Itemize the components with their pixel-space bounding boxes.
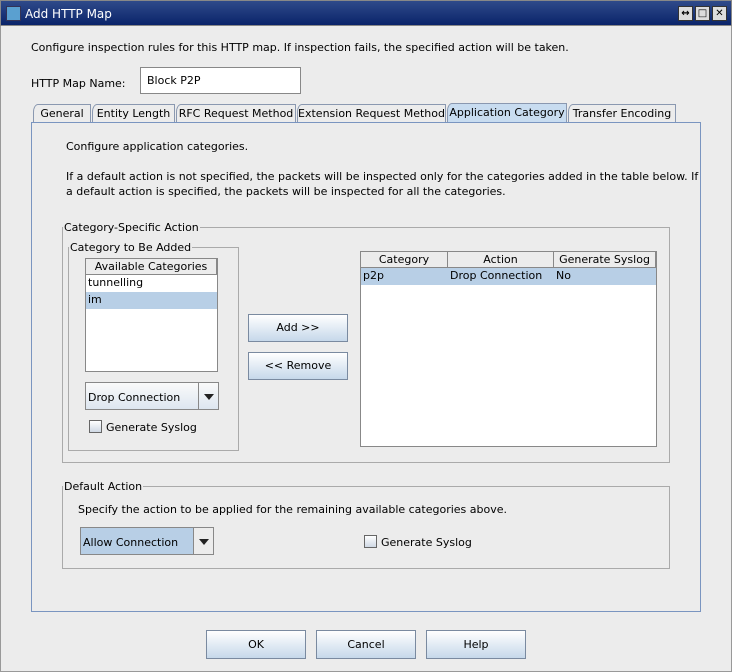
panel-note-1: If a default action is not specified, th… [66,170,699,183]
default-action-text: Specify the action to be applied for the… [78,503,508,516]
default-action-value: Allow Connection [83,536,179,549]
categories-table[interactable]: Category Action Generate Syslog p2p Drop… [360,251,657,447]
category-action-value: Drop Connection [88,391,181,404]
default-action-select[interactable]: Allow Connection [80,527,214,555]
tab-rfc-request-method[interactable]: RFC Request Method [176,104,296,123]
tab-extension-request-method[interactable]: Extension Request Method [297,104,446,123]
map-name-label: HTTP Map Name: [31,77,126,90]
panel-note-2: a default action is specified, the packe… [66,185,506,198]
cancel-button[interactable]: Cancel [316,630,416,659]
help-button[interactable]: Help [426,630,526,659]
title-bar: Add HTTP Map ↔ □ ✕ [0,0,732,26]
intro-text: Configure inspection rules for this HTTP… [31,41,569,54]
tab-entity-length[interactable]: Entity Length [92,104,175,123]
category-specific-legend: Category-Specific Action [64,221,199,234]
default-action-group: Default Action [62,480,670,569]
maximize-icon[interactable]: □ [695,6,710,21]
restore-icon[interactable]: ↔ [678,6,693,21]
tab-transfer-encoding[interactable]: Transfer Encoding [568,104,676,123]
available-categories-header: Available Categories [86,259,217,275]
column-header-category[interactable]: Category [361,252,448,268]
chevron-down-icon[interactable] [193,528,213,554]
available-categories-list[interactable]: Available Categories tunnelling im [85,258,218,372]
cell-action: Drop Connection [450,269,543,282]
table-row[interactable]: p2p Drop Connection No [361,268,656,285]
ok-button[interactable]: OK [206,630,306,659]
add-button[interactable]: Add >> [248,314,348,342]
app-icon [6,6,21,21]
list-item[interactable]: tunnelling [86,275,217,292]
panel-intro: Configure application categories. [66,140,249,153]
tab-general[interactable]: General [33,104,91,123]
cell-syslog: No [556,269,571,282]
column-header-action[interactable]: Action [448,252,554,268]
close-icon[interactable]: ✕ [712,6,727,21]
category-syslog-checkbox[interactable] [89,420,102,433]
column-header-generate-syslog[interactable]: Generate Syslog [554,252,656,268]
default-syslog-checkbox[interactable] [364,535,377,548]
window-title: Add HTTP Map [25,7,112,21]
category-action-select[interactable]: Drop Connection [85,382,219,410]
category-to-add-legend: Category to Be Added [70,241,192,254]
default-syslog-label: Generate Syslog [381,536,472,549]
map-name-input[interactable] [140,67,301,94]
cell-category: p2p [363,269,384,282]
tab-application-category[interactable]: Application Category [447,103,567,123]
default-action-legend: Default Action [64,480,143,493]
category-syslog-label: Generate Syslog [106,421,197,434]
remove-button[interactable]: << Remove [248,352,348,380]
chevron-down-icon[interactable] [198,383,218,409]
list-item[interactable]: im [86,292,217,309]
